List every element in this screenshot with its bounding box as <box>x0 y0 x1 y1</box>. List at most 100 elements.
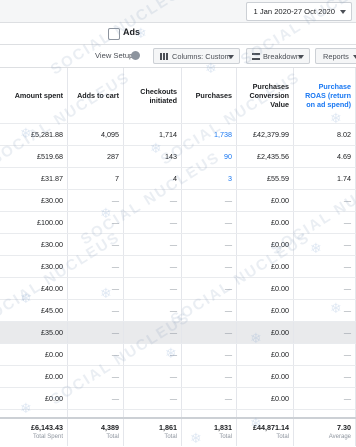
table-row[interactable]: £0.00———£0.00— <box>0 387 356 410</box>
cell-amount-spent: £31.87 <box>0 168 68 190</box>
ads-checkbox[interactable] <box>108 28 120 40</box>
chevron-down-icon <box>228 55 234 59</box>
cell-purchases-conversion-value: £0.00 <box>237 344 294 366</box>
total-value: £44,871.14 <box>253 423 289 432</box>
cell-checkouts-initiated: — <box>124 190 182 212</box>
cell-checkouts-initiated: — <box>124 322 182 344</box>
cell-checkouts-initiated: — <box>124 278 182 300</box>
cell-purchases-conversion-value: £0.00 <box>237 256 294 278</box>
cell-adds-to-cart: — <box>68 234 124 256</box>
cell-amount-spent: £0.00 <box>0 344 68 366</box>
cell-amount-spent: £45.00 <box>0 300 68 322</box>
cell-purchase-roas: — <box>294 322 356 344</box>
cell-purchases-conversion-value: £0.00 <box>237 388 294 410</box>
cell-checkouts-initiated: — <box>124 300 182 322</box>
cell-amount-spent: £0.00 <box>0 366 68 388</box>
columns-button-label: Columns: Custom <box>172 52 231 61</box>
date-range-picker[interactable]: 1 Jan 2020-27 Oct 2020 <box>245 2 352 21</box>
table-row[interactable]: £35.00— — — £0.00— <box>0 321 356 344</box>
column-header-purchases[interactable]: Purchases <box>182 68 237 123</box>
reports-button[interactable]: Reports <box>315 48 356 64</box>
toolbar: View Setup Columns: Custom Breakdown Rep… <box>0 44 356 67</box>
cell-purchase-roas: — <box>294 256 356 278</box>
cell-purchase-roas: — <box>294 300 356 322</box>
cell-purchases-conversion-value: £55.59 <box>237 168 294 190</box>
cell-purchase-roas: 8.02 <box>294 124 356 146</box>
cell-purchase-roas: — <box>294 388 356 410</box>
column-header-label: Adds to cart <box>77 91 119 100</box>
total-purchase-roas: 7.30 Average <box>294 419 356 446</box>
cell-amount-spent: £30.00 <box>0 234 68 256</box>
table-row[interactable]: £100.00— — — £0.00— <box>0 211 356 234</box>
table-row[interactable]: £40.00— — — £0.00— <box>0 277 356 300</box>
cell-adds-to-cart: — <box>68 366 124 388</box>
cell-purchases: — <box>182 344 237 366</box>
table-row[interactable]: £31.87 7 4 3 £55.59 1.74 <box>0 167 356 190</box>
cell-adds-to-cart: 4,095 <box>68 124 124 146</box>
cell-purchases: 1,738 <box>182 124 237 146</box>
table-row[interactable]: £30.00— — — £0.00— <box>0 189 356 212</box>
total-value: 1,861 <box>159 423 177 432</box>
breakdown-button[interactable]: Breakdown <box>246 48 310 64</box>
cell-purchases-conversion-value: £0.00 <box>237 278 294 300</box>
cell-purchases: — <box>182 278 237 300</box>
cell-purchase-roas: — <box>294 234 356 256</box>
cell-purchases: — <box>182 388 237 410</box>
cell-adds-to-cart: 7 <box>68 168 124 190</box>
reports-button-label: Reports <box>323 52 349 61</box>
column-header-adds-to-cart[interactable]: Adds to cart <box>68 68 124 123</box>
cell-purchase-roas: — <box>294 366 356 388</box>
columns-button[interactable]: Columns: Custom <box>153 48 240 64</box>
top-bar: 1 Jan 2020-27 Oct 2020 <box>0 0 356 23</box>
cell-purchase-roas: — <box>294 212 356 234</box>
view-setup-toggle[interactable] <box>131 51 140 60</box>
cell-amount-spent: £30.00 <box>0 190 68 212</box>
cell-adds-to-cart: — <box>68 344 124 366</box>
cell-adds-to-cart: — <box>68 278 124 300</box>
total-purchases: 1,831 Total <box>182 419 237 446</box>
results-table: Amount spent Adds to cart Checkouts initia… <box>0 67 356 446</box>
cell-purchases-conversion-value: £0.00 <box>237 366 294 388</box>
cell-purchases: — <box>182 190 237 212</box>
cell-purchase-roas: — <box>294 278 356 300</box>
total-label: Total Spent <box>32 434 63 440</box>
table-row[interactable]: £30.00— — — £0.00— <box>0 255 356 278</box>
column-header-purchases-conversion-value[interactable]: Purchases Conversion Value <box>237 68 294 123</box>
total-value: £6,143.43 <box>31 423 63 432</box>
table-row[interactable]: £0.00———£0.00— <box>0 343 356 366</box>
ads-selection-row: Ads <box>0 23 356 43</box>
table-row[interactable]: £519.68 287 143 90 £2,435.56 4.69 <box>0 145 356 168</box>
column-header-checkouts-initiated[interactable]: Checkouts initiated <box>124 68 182 123</box>
table-row[interactable]: £30.00— — — £0.00— <box>0 233 356 256</box>
cell-purchases: — <box>182 366 237 388</box>
cell-checkouts-initiated: — <box>124 366 182 388</box>
cell-checkouts-initiated: — <box>124 234 182 256</box>
total-value: 4,389 <box>101 423 119 432</box>
total-label: Total <box>164 434 177 440</box>
columns-icon <box>160 53 168 60</box>
total-label: Total <box>106 434 119 440</box>
breakdown-button-label: Breakdown <box>263 52 300 61</box>
cell-purchases: 90 <box>182 146 237 168</box>
table-row[interactable]: £0.00———£0.00— <box>0 365 356 388</box>
cell-purchase-roas: 4.69 <box>294 146 356 168</box>
column-header-amount-spent[interactable]: Amount spent <box>0 68 68 123</box>
total-checkouts-initiated: 1,861 Total <box>124 419 182 446</box>
total-purchases-conversion-value: £44,871.14 Total <box>237 419 294 446</box>
table-row[interactable]: £45.00— — — £0.00— <box>0 299 356 322</box>
cell-purchases: — <box>182 234 237 256</box>
total-label: Total <box>276 434 289 440</box>
cell-purchases: — <box>182 256 237 278</box>
column-header-label: Checkouts initiated <box>140 86 177 105</box>
cell-checkouts-initiated: 1,714 <box>124 124 182 146</box>
cell-adds-to-cart: — <box>68 388 124 410</box>
cell-purchases-conversion-value: £42,379.99 <box>237 124 294 146</box>
chevron-down-icon <box>298 55 304 59</box>
cell-purchases-conversion-value: £0.00 <box>237 300 294 322</box>
cell-amount-spent: £30.00 <box>0 256 68 278</box>
cell-adds-to-cart: — <box>68 190 124 212</box>
cell-adds-to-cart: — <box>68 256 124 278</box>
table-row[interactable]: £5,281.88 4,095 1,714 1,738 £42,379.99 8.02 <box>0 123 356 146</box>
column-header-purchase-roas[interactable]: Purchase ROAS (return on ad spend) <box>294 68 356 123</box>
cell-purchases: — <box>182 212 237 234</box>
